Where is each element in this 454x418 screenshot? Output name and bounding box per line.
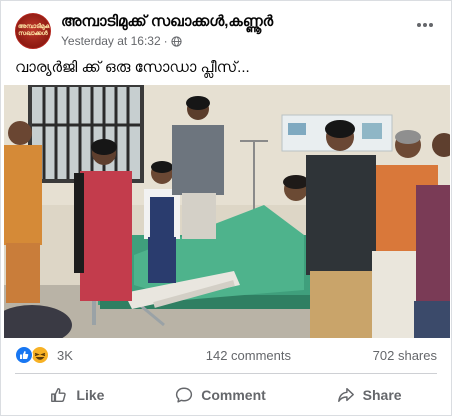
post-timestamp[interactable]: Yesterday at 16:32 — [61, 34, 161, 48]
divider — [15, 373, 437, 374]
hospital-ward-photo — [4, 85, 450, 338]
post-photo[interactable] — [4, 85, 450, 338]
comments-count[interactable]: 142 comments — [206, 348, 291, 363]
shares-count[interactable]: 702 shares — [373, 348, 437, 363]
haha-reaction-icon — [31, 346, 49, 364]
reaction-count[interactable]: 3K — [57, 348, 73, 363]
share-arrow-icon — [337, 387, 354, 403]
like-reaction-icon — [15, 346, 33, 364]
post-meta: Yesterday at 16:32 · — [61, 34, 182, 48]
like-button[interactable]: Like — [32, 380, 122, 410]
avatar-logo-text: അമ്പാടിമുക്ക് സഖാക്കൾ — [18, 24, 51, 37]
group-avatar[interactable]: അമ്പാടിമുക്ക് സഖാക്കൾ — [15, 13, 51, 49]
post-card: അമ്പാടിമുക്ക് സഖാക്കൾ അമ്പാടിമുക്ക് സഖാക… — [0, 0, 452, 416]
action-bar: Like Comment Share — [15, 377, 437, 413]
reactions-bar: 3K 142 comments 702 shares — [15, 346, 437, 366]
share-label: Share — [362, 387, 402, 403]
comment-label: Comment — [201, 387, 266, 403]
share-button[interactable]: Share — [319, 380, 420, 410]
comment-button[interactable]: Comment — [157, 380, 284, 410]
reaction-icons[interactable] — [15, 346, 51, 364]
like-label: Like — [76, 387, 105, 403]
globe-icon — [171, 35, 182, 47]
post-text: വാര്യർജി ക്ക് ഒരു സോഡാ പ്ലീസ്... — [15, 59, 250, 76]
comment-bubble-icon — [176, 387, 193, 403]
meta-separator: · — [163, 34, 168, 48]
group-name-link[interactable]: അമ്പാടിമുക്ക് സഖാക്കൾ,കണ്ണൂർ — [61, 13, 273, 30]
post-header: അമ്പാടിമുക്ക് സഖാക്കൾ അമ്പാടിമുക്ക് സഖാക… — [15, 11, 441, 51]
more-options-icon[interactable] — [413, 15, 437, 35]
thumbs-up-icon — [51, 387, 67, 403]
